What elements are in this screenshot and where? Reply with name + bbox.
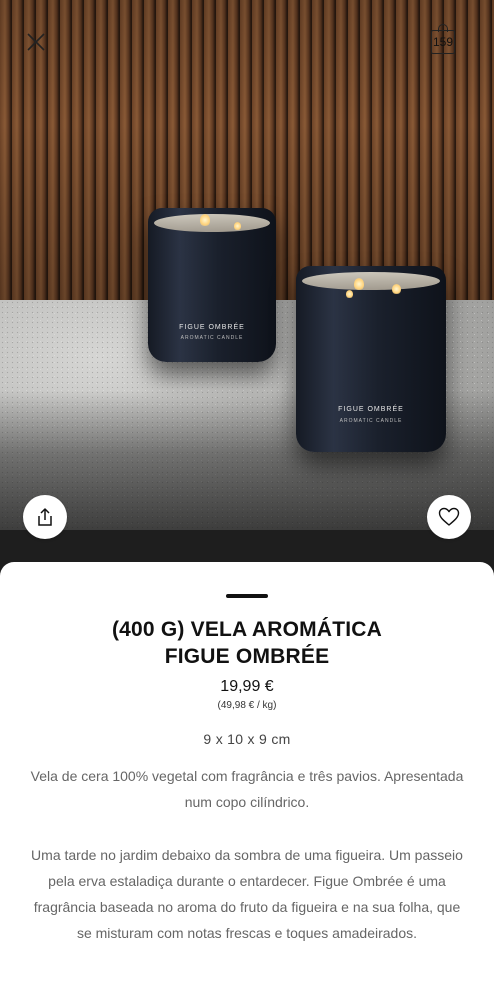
candle-sublabel: AROMATIC CANDLE bbox=[180, 335, 244, 341]
bag-count: 159 bbox=[432, 35, 454, 49]
flame bbox=[354, 278, 364, 290]
flame bbox=[346, 290, 353, 298]
product-details-sheet[interactable]: (400 G) VELA AROMÁTICA FIGUE OMBRÉE 19,9… bbox=[0, 562, 494, 1000]
flame bbox=[234, 222, 241, 230]
bag-body: 159 bbox=[431, 30, 455, 54]
favorite-button[interactable] bbox=[427, 495, 471, 539]
candle-sublabel: AROMATIC CANDLE bbox=[339, 418, 403, 424]
flame bbox=[200, 214, 210, 226]
candle-large: FIGUE OMBRÉE AROMATIC CANDLE bbox=[296, 266, 446, 452]
candle-rim bbox=[154, 214, 270, 232]
unit-price: (49,98 € / kg) bbox=[217, 700, 277, 711]
product-title: (400 G) VELA AROMÁTICA FIGUE OMBRÉE bbox=[30, 616, 464, 670]
heart-icon bbox=[438, 507, 460, 526]
product-description-summary: Vela de cera 100% vegetal com fragrância… bbox=[30, 768, 464, 810]
product-title-line1: (400 G) VELA AROMÁTICA bbox=[111, 618, 383, 641]
close-button[interactable] bbox=[22, 28, 50, 56]
sheet-grabber-handle[interactable] bbox=[226, 594, 268, 598]
candle-label: FIGUE OMBRÉE bbox=[338, 406, 404, 413]
share-icon bbox=[38, 508, 52, 526]
product-title-line2: FIGUE OMBRÉE bbox=[164, 645, 330, 668]
product-description-fragrance: Uma tarde no jardim debaixo da sombra de… bbox=[31, 847, 463, 941]
close-icon bbox=[27, 33, 45, 51]
product-dimensions: 9 x 10 x 9 cm bbox=[203, 731, 291, 747]
product-price: 19,99 € bbox=[220, 678, 274, 695]
candle-rim bbox=[302, 272, 440, 290]
product-hero-image: FIGUE OMBRÉE AROMATIC CANDLE FIGUE OMBRÉ… bbox=[0, 0, 494, 590]
shopping-bag-button[interactable]: 159 bbox=[428, 24, 460, 58]
candle-label: FIGUE OMBRÉE bbox=[179, 324, 245, 331]
candle-small: FIGUE OMBRÉE AROMATIC CANDLE bbox=[148, 208, 276, 362]
share-button[interactable] bbox=[23, 495, 67, 539]
flame bbox=[392, 284, 401, 294]
